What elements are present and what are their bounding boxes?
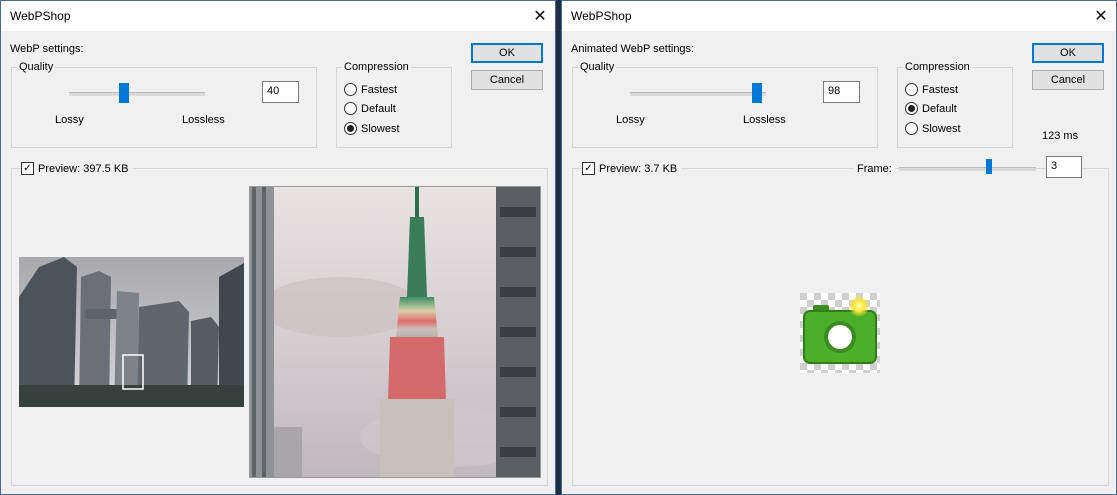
compression-option-default[interactable]: Default — [344, 102, 396, 115]
radio-label: Slowest — [922, 122, 961, 135]
preview-checkbox[interactable]: ✓ Preview: 397.5 KB — [21, 162, 133, 175]
preview-label: Preview: 3.7 KB — [599, 162, 678, 175]
frame-slider-track[interactable] — [899, 167, 1036, 171]
lossy-label: Lossy — [616, 114, 645, 126]
ok-button[interactable]: OK — [471, 43, 543, 63]
compression-option-fastest[interactable]: Fastest — [344, 83, 397, 96]
preview-photo — [250, 187, 540, 477]
compression-group-label: Compression — [344, 61, 409, 73]
compression-option-default[interactable]: Default — [905, 102, 957, 115]
frame-label: Frame: — [854, 163, 895, 175]
cancel-button[interactable]: Cancel — [1032, 70, 1104, 90]
quality-group-label: Quality — [580, 61, 615, 73]
city-thumbnail-image — [19, 257, 244, 407]
quality-slider-track[interactable] — [69, 92, 205, 96]
preview-image — [249, 186, 541, 478]
settings-label: Animated WebP settings: — [571, 43, 695, 55]
quality-slider-track[interactable] — [630, 92, 766, 96]
radio-selected-icon[interactable] — [344, 122, 357, 135]
camera-icon — [800, 293, 880, 373]
frame-slider-thumb[interactable] — [986, 159, 992, 174]
frame-duration-label: 123 ms — [1042, 130, 1079, 142]
radio-icon[interactable] — [905, 122, 918, 135]
quality-slider-thumb[interactable] — [119, 83, 129, 103]
compression-group-label: Compression — [905, 61, 970, 73]
radio-icon[interactable] — [905, 83, 918, 96]
radio-icon[interactable] — [344, 83, 357, 96]
radio-label: Default — [361, 102, 396, 115]
radio-icon[interactable] — [344, 102, 357, 115]
navigator-thumbnail[interactable] — [19, 257, 244, 407]
quality-group-label: Quality — [19, 61, 54, 73]
radio-selected-icon[interactable] — [905, 102, 918, 115]
radio-label: Slowest — [361, 122, 400, 135]
settings-label: WebP settings: — [10, 43, 84, 55]
window-title: WebPShop — [10, 9, 71, 23]
compression-option-slowest[interactable]: Slowest — [344, 122, 400, 135]
webpshop-dialog: WebPShop ✕ WebP settings: Quality Lossy … — [0, 0, 556, 495]
preview-checkbox[interactable]: ✓ Preview: 3.7 KB — [582, 162, 682, 175]
webpshop-animated-dialog: WebPShop ✕ Animated WebP settings: Quali… — [561, 0, 1117, 495]
compression-option-fastest[interactable]: Fastest — [905, 83, 958, 96]
ok-button[interactable]: OK — [1032, 43, 1104, 63]
close-icon[interactable]: ✕ — [1086, 1, 1116, 31]
preview-label: Preview: 397.5 KB — [38, 162, 129, 175]
title-bar: WebPShop ✕ — [1, 1, 555, 31]
compression-option-slowest[interactable]: Slowest — [905, 122, 961, 135]
title-bar: WebPShop ✕ — [562, 1, 1116, 31]
checkbox-checked-icon[interactable]: ✓ — [582, 162, 595, 175]
quality-slider-thumb[interactable] — [752, 83, 762, 103]
frame-value-input[interactable]: 3 — [1046, 156, 1082, 178]
animation-preview — [800, 293, 880, 373]
quality-value-input[interactable]: 98 — [823, 81, 860, 103]
cancel-button[interactable]: Cancel — [471, 70, 543, 90]
close-icon[interactable]: ✕ — [525, 1, 555, 31]
checkbox-checked-icon[interactable]: ✓ — [21, 162, 34, 175]
lossless-label: Lossless — [743, 114, 786, 126]
quality-group: Quality — [572, 61, 878, 148]
window-title: WebPShop — [571, 9, 632, 23]
radio-label: Fastest — [361, 83, 398, 96]
quality-group: Quality — [11, 61, 317, 148]
radio-label: Default — [922, 102, 957, 115]
radio-label: Fastest — [922, 83, 959, 96]
lossless-label: Lossless — [182, 114, 225, 126]
lossy-label: Lossy — [55, 114, 84, 126]
quality-value-input[interactable]: 40 — [262, 81, 299, 103]
